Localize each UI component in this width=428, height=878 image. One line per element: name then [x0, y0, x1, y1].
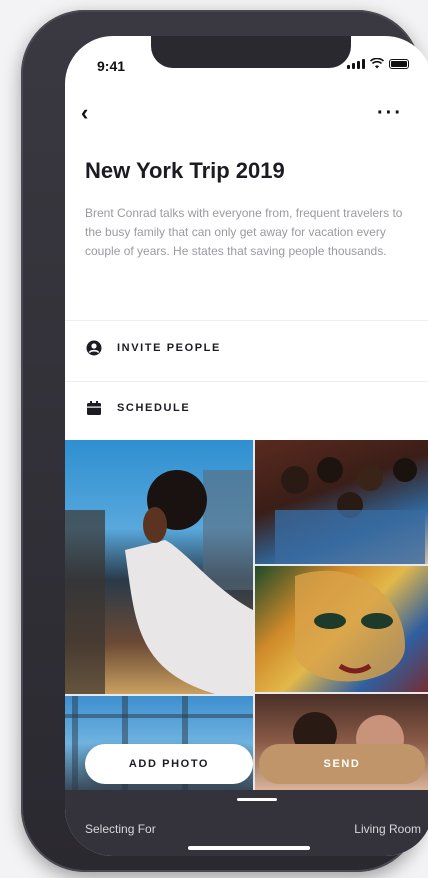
person-circle-icon: [85, 339, 103, 357]
gallery-photo[interactable]: [65, 440, 253, 694]
device-notch: [151, 36, 351, 68]
schedule-label: SCHEDULE: [117, 402, 191, 414]
more-options-button[interactable]: ···: [377, 102, 403, 125]
divider: [65, 381, 428, 382]
trip-description: Brent Conrad talks with everyone from, f…: [85, 206, 403, 258]
schedule-button[interactable]: SCHEDULE: [85, 396, 190, 420]
sheet-drag-handle[interactable]: [237, 798, 277, 801]
bottom-sheet-bar[interactable]: Selecting For Living Room: [65, 790, 428, 856]
status-time: 9:41: [97, 58, 126, 74]
back-button[interactable]: ‹: [81, 102, 88, 124]
gallery-photo[interactable]: [255, 440, 428, 564]
add-photo-button[interactable]: ADD PHOTO: [85, 744, 253, 784]
phone-frame: 9:41 ‹ ··· New York Trip 2019 Brent Conr…: [21, 10, 428, 872]
app-screen: 9:41 ‹ ··· New York Trip 2019 Brent Conr…: [65, 36, 428, 856]
divider: [65, 320, 428, 321]
wifi-icon: [370, 58, 384, 69]
selecting-for-label: Selecting For: [85, 822, 156, 836]
invite-people-label: INVITE PEOPLE: [117, 342, 221, 354]
send-button[interactable]: SEND: [259, 744, 425, 784]
invite-people-button[interactable]: INVITE PEOPLE: [85, 336, 221, 360]
signal-icon: [347, 59, 365, 69]
photo-gallery: [65, 440, 428, 790]
battery-icon: [389, 59, 409, 69]
status-icons: [347, 58, 409, 69]
room-selector[interactable]: Living Room: [354, 822, 421, 836]
home-indicator: [188, 846, 310, 850]
calendar-icon: [85, 399, 103, 417]
gallery-photo[interactable]: [255, 566, 428, 692]
page-title: New York Trip 2019: [85, 158, 285, 183]
